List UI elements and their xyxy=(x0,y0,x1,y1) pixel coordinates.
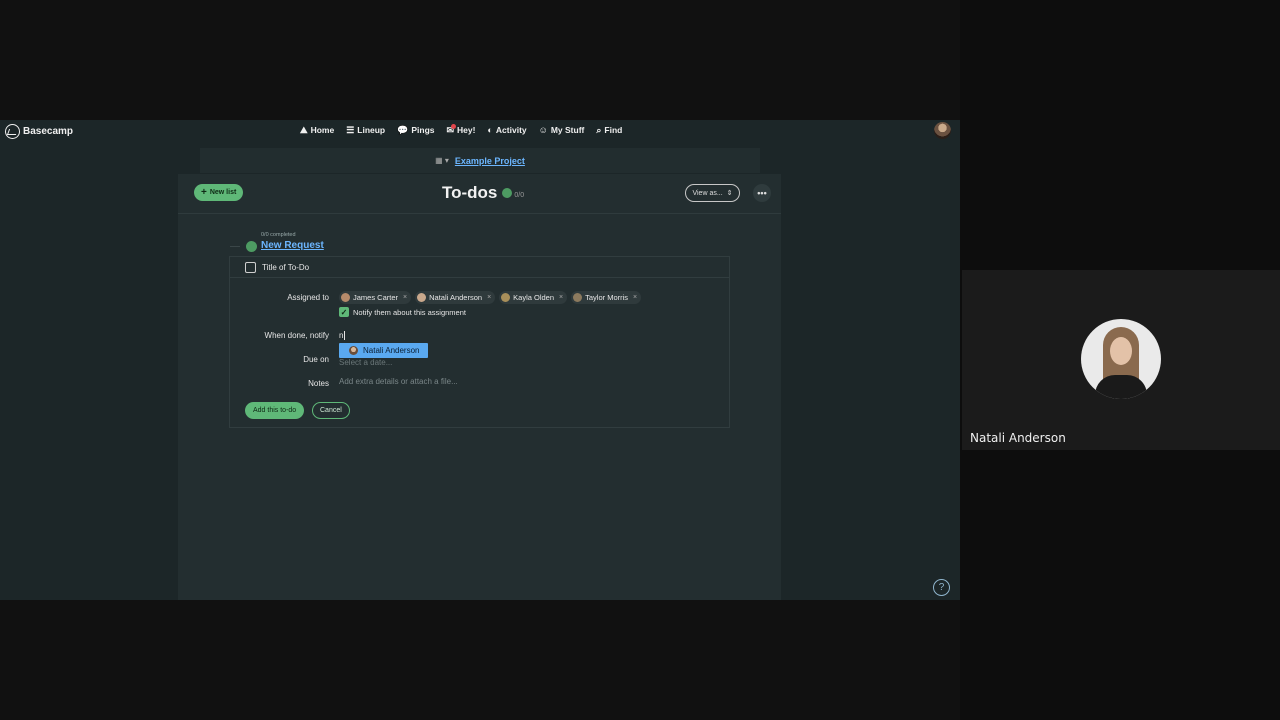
home-icon: ⛰ xyxy=(300,124,308,135)
lineup-icon: ☰ xyxy=(346,124,355,135)
nav-item-hey[interactable]: ✉ Hey! xyxy=(446,123,476,135)
notes-input[interactable]: Add extra details or attach a file... xyxy=(339,377,458,386)
more-options-button[interactable]: ••• xyxy=(753,184,771,202)
brand-name: Basecamp xyxy=(23,126,74,137)
top-navigation: Basecamp ⛰ Home ☰ Lineup 💬 Pings ✉ Hey! ◐ Activit… xyxy=(0,120,960,142)
assignee-name: Natali Anderson xyxy=(429,293,483,302)
updown-chevron-icon: ⇕ xyxy=(726,190,733,197)
list-progress: 0/0 completed xyxy=(261,232,296,238)
nav-item-home[interactable]: ⛰ Home xyxy=(300,125,334,135)
todos-header: + New list To-dos 0/0 View as... ⇕ ••• xyxy=(178,174,781,214)
drag-handle-icon[interactable] xyxy=(230,246,240,247)
when-done-label: When done, notify xyxy=(264,331,329,340)
assignee-avatar xyxy=(573,293,583,302)
remove-assignee-icon[interactable]: × xyxy=(633,294,637,301)
assignee-avatar xyxy=(501,293,511,302)
nav-item-label: Lineup xyxy=(357,125,386,135)
new-list-button[interactable]: + New list xyxy=(194,184,244,201)
assignee-chip[interactable]: Taylor Morris × xyxy=(571,291,642,304)
nav-item-find[interactable]: ⌕ Find xyxy=(596,125,622,135)
basecamp-logo[interactable]: Basecamp xyxy=(5,124,73,139)
assignee-avatar xyxy=(417,293,427,302)
project-breadcrumb-bar: ▦ ▾ Example Project xyxy=(200,148,760,173)
list-progress-dot-icon xyxy=(246,241,257,252)
nav-items: ⛰ Home ☰ Lineup 💬 Pings ✉ Hey! ◐ Activity ☺ My Stuf… xyxy=(300,123,622,135)
nav-item-activity[interactable]: ◐ Activity xyxy=(487,125,526,135)
list-name-link[interactable]: New Request xyxy=(261,240,324,251)
nav-item-label: Activity xyxy=(495,125,527,135)
project-link[interactable]: Example Project xyxy=(455,156,525,166)
new-list-label: New list xyxy=(209,189,237,196)
todo-title-row: Title of To-Do xyxy=(230,257,729,278)
participant-photo-body xyxy=(1095,375,1147,399)
basecamp-app: Basecamp ⛰ Home ☰ Lineup 💬 Pings ✉ Hey! ◐ Activit… xyxy=(0,120,960,600)
when-done-value: n xyxy=(339,330,344,340)
find-icon: ⌕ xyxy=(596,124,602,135)
activity-icon: ◐ xyxy=(487,124,493,135)
nav-item-label: Pings xyxy=(411,125,435,135)
project-switcher-icon[interactable]: ▦ ▾ xyxy=(435,156,449,165)
due-on-label: Due on xyxy=(303,355,329,364)
todos-card: + New list To-dos 0/0 View as... ⇕ ••• 0… xyxy=(178,174,781,600)
view-as-button[interactable]: View as... ⇕ xyxy=(685,184,740,202)
due-date-input[interactable]: Select a date... xyxy=(339,358,392,367)
assignee-chip[interactable]: Natali Anderson × xyxy=(415,291,496,304)
view-as-label: View as... xyxy=(692,189,723,197)
participant-avatar xyxy=(1081,319,1161,399)
plus-icon: + xyxy=(201,187,207,198)
my-stuff-icon: ☺ xyxy=(538,124,548,135)
screen-share: Basecamp ⛰ Home ☰ Lineup 💬 Pings ✉ Hey! ◐ Activit… xyxy=(0,0,960,720)
notify-assignment-checkbox[interactable]: ✓ xyxy=(339,307,349,317)
nav-item-my-stuff[interactable]: ☺ My Stuff xyxy=(539,125,585,135)
add-todo-button[interactable]: Add this to-do xyxy=(245,402,305,419)
assignee-name: James Carter xyxy=(353,293,399,302)
progress-dot-icon xyxy=(502,188,513,198)
suggestion-avatar xyxy=(349,346,358,355)
nav-item-label: Home xyxy=(310,125,335,135)
page-title-text: To-dos xyxy=(442,183,498,202)
participant-name: Natali Anderson xyxy=(970,431,1066,445)
user-avatar[interactable] xyxy=(934,122,951,139)
new-todo-form: Title of To-Do Assigned to James Carter ×… xyxy=(229,256,730,428)
hey-icon: ✉ xyxy=(446,123,456,135)
help-button[interactable]: ? xyxy=(933,579,950,596)
remove-assignee-icon[interactable]: × xyxy=(403,294,407,301)
autocomplete-suggestion[interactable]: Natali Anderson xyxy=(339,343,429,358)
assignee-chip[interactable]: James Carter × xyxy=(339,291,412,304)
participant-tile: Natali Anderson xyxy=(962,270,1280,450)
nav-item-pings[interactable]: 💬 Pings xyxy=(397,125,434,135)
nav-item-label: My Stuff xyxy=(550,125,585,135)
page-title: To-dos 0/0 xyxy=(442,183,524,203)
notify-assignment-label: Notify them about this assignment xyxy=(353,307,466,317)
help-icon: ? xyxy=(938,582,945,593)
text-caret xyxy=(344,330,346,340)
todo-title-input[interactable]: Title of To-Do xyxy=(262,263,309,272)
assignee-avatar xyxy=(341,293,350,302)
suggestion-name: Natali Anderson xyxy=(363,346,420,355)
notes-label: Notes xyxy=(308,379,329,388)
assignee-chip[interactable]: Kayla Olden × xyxy=(499,291,568,304)
nav-item-label: Hey! xyxy=(457,125,476,135)
notify-assignment-row: ✓ Notify them about this assignment xyxy=(339,307,466,317)
remove-assignee-icon[interactable]: × xyxy=(559,294,563,301)
participant-photo-face xyxy=(1110,337,1132,365)
todo-checkbox[interactable] xyxy=(245,261,256,273)
nav-item-label: Find xyxy=(604,125,623,135)
assignee-name: Kayla Olden xyxy=(513,293,555,302)
pings-icon: 💬 xyxy=(397,124,409,135)
meeting-stage: Basecamp ⛰ Home ☰ Lineup 💬 Pings ✉ Hey! ◐ Activit… xyxy=(0,0,1280,720)
todos-count: 0/0 xyxy=(514,191,525,199)
when-done-input[interactable]: n xyxy=(339,329,639,341)
remove-assignee-icon[interactable]: × xyxy=(487,294,491,301)
assigned-to-label: Assigned to xyxy=(287,293,329,302)
nav-item-lineup[interactable]: ☰ Lineup xyxy=(346,125,385,135)
more-icon: ••• xyxy=(757,188,767,198)
cancel-button[interactable]: Cancel xyxy=(312,402,350,419)
assignee-chips: James Carter × Natali Anderson × Kayla Olden… xyxy=(339,291,642,304)
assignee-name: Taylor Morris xyxy=(585,293,629,302)
basecamp-logo-icon xyxy=(5,124,20,139)
